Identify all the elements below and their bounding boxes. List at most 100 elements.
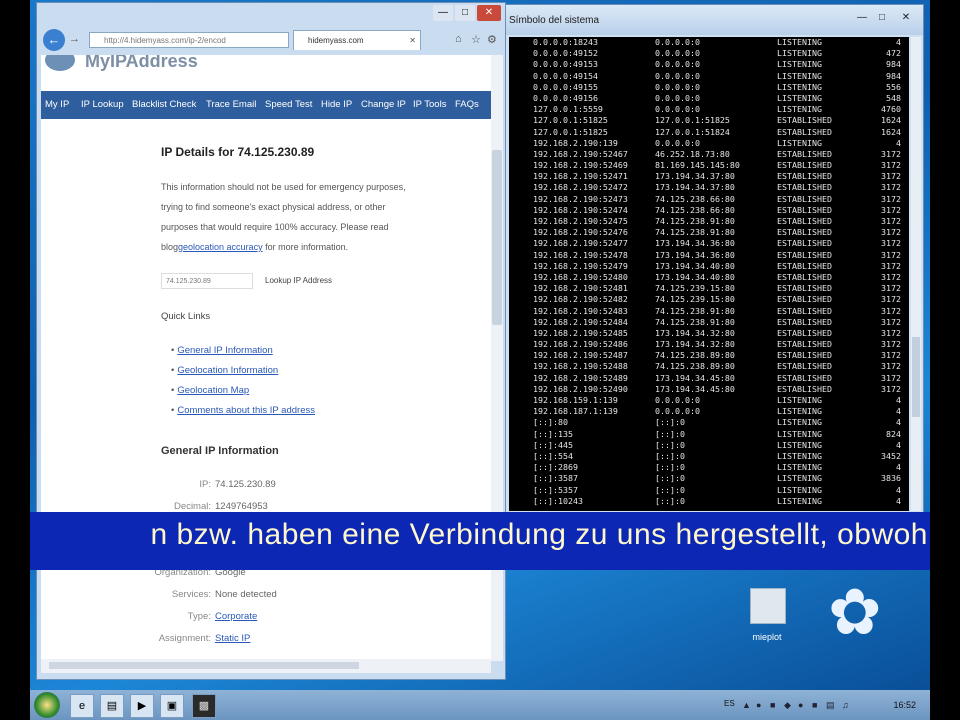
minimize-icon[interactable]: — (853, 9, 871, 27)
browser-titlebar[interactable]: — □ ✕ (37, 3, 505, 25)
tab-close-icon[interactable]: ✕ (409, 31, 416, 51)
menu-item-hide-ip[interactable]: Hide IP (321, 99, 352, 110)
folder-icon[interactable]: ▤ (100, 694, 124, 718)
console-scroll-thumb[interactable] (912, 337, 920, 417)
console-row: 0.0.0.0:49154 0.0.0.0:0 LISTENING 984 (509, 71, 909, 82)
quick-link[interactable]: Geolocation Map (171, 385, 249, 396)
browser-hscroll-thumb[interactable] (49, 662, 359, 669)
disclaimer-line: trying to find someone's exact physical … (161, 202, 386, 212)
browser-horizontal-scrollbar[interactable] (41, 659, 491, 673)
home-icon[interactable]: ⌂ (455, 33, 462, 45)
menu-item-ip-lookup[interactable]: IP Lookup (81, 99, 124, 110)
maximize-icon[interactable]: □ (455, 5, 475, 21)
assignment-link[interactable]: Static IP (215, 633, 250, 644)
pid: 3172 (881, 271, 901, 282)
local-address: 192.168.2.190:52475 (533, 216, 628, 226)
back-arrow-icon[interactable]: ← (43, 29, 65, 51)
pid: 984 (886, 70, 901, 81)
quick-link[interactable]: Comments about this IP address (171, 405, 315, 416)
quick-link[interactable]: Geolocation Information (171, 365, 278, 376)
command-prompt-icon[interactable]: ▩ (192, 694, 216, 718)
console-row: 192.168.2.190:52489 173.194.34.45:80 ESTAB… (509, 373, 909, 384)
pid: 4 (896, 406, 901, 417)
minimize-icon[interactable]: — (433, 5, 453, 21)
language-indicator[interactable]: ES (724, 699, 735, 708)
close-icon[interactable]: ✕ (477, 5, 501, 21)
console-row: 192.168.159.1:139 0.0.0.0:0 LISTENING 4 (509, 395, 909, 406)
menu-item-faqs[interactable]: FAQs (455, 99, 479, 110)
start-button[interactable] (34, 692, 60, 718)
tray-icon[interactable]: ■ (770, 700, 775, 710)
lookup-ip-button[interactable]: Lookup IP Address (265, 273, 347, 289)
close-icon[interactable]: ✕ (895, 9, 917, 27)
pid: 1624 (881, 126, 901, 137)
menu-item-change-ip[interactable]: Change IP (361, 99, 406, 110)
console-titlebar[interactable]: Símbolo del sistema — □ ✕ (501, 5, 923, 35)
foreign-address: 173.194.34.32:80 (655, 339, 735, 350)
pid: 4 (896, 395, 901, 405)
tray-icon[interactable]: ▲ (742, 700, 751, 710)
pid: 3172 (881, 327, 901, 338)
browser-scroll-thumb[interactable] (492, 150, 502, 325)
foreign-address: 74.125.238.89:80 (655, 361, 735, 372)
foreign-address: 74.125.238.91:80 (655, 216, 735, 226)
app-icon[interactable]: ▣ (160, 694, 184, 718)
menu-item-ip-tools[interactable]: IP Tools (413, 99, 446, 110)
quick-link[interactable]: General IP Information (171, 345, 272, 356)
favorites-star-icon[interactable]: ☆ (471, 33, 481, 46)
state: ESTABLISHED (777, 249, 832, 260)
console-scrollbar[interactable] (911, 37, 921, 511)
console-row: [::]:445 [::]:0 LISTENING 4 (509, 440, 909, 451)
tray-icon[interactable]: ● (756, 700, 761, 710)
state: ESTABLISHED (777, 327, 832, 338)
state: ESTABLISHED (777, 171, 832, 182)
console-row: 192.168.2.190:52481 74.125.239.15:80 ESTAB… (509, 283, 909, 294)
tab-hidemyass[interactable]: hidemyass.com ✕ (293, 30, 421, 50)
site-logo-icon (45, 55, 75, 71)
state: LISTENING (777, 439, 822, 450)
menu-item-blacklist-check[interactable]: Blacklist Check (132, 99, 196, 110)
media-player-icon[interactable]: ▶ (130, 694, 154, 718)
forward-arrow-icon[interactable]: → (69, 33, 80, 45)
browser-vertical-scrollbar[interactable] (491, 55, 503, 661)
console-row: 0.0.0.0:49153 0.0.0.0:0 LISTENING 984 (509, 59, 909, 70)
gear-icon[interactable]: ⚙ (487, 33, 497, 46)
foreign-address: 0.0.0.0:0 (655, 92, 700, 103)
tray-icon[interactable]: ■ (812, 700, 817, 710)
console-row: 192.168.2.190:52474 74.125.238.66:80 ESTAB… (509, 205, 909, 216)
local-address: 192.168.2.190:52489 (533, 372, 628, 383)
volume-icon[interactable]: ♫ (842, 700, 849, 710)
site-logo[interactable]: MyIPAddress (85, 55, 198, 72)
foreign-address: 74.125.238.89:80 (655, 350, 735, 361)
clock[interactable]: 16:52 (893, 700, 916, 710)
state: LISTENING (777, 450, 822, 461)
pid: 3836 (881, 473, 901, 484)
foreign-address: 74.125.239.15:80 (655, 283, 735, 294)
pid: 4 (896, 439, 901, 450)
tray-icon[interactable]: ● (798, 700, 803, 710)
tray-icon[interactable]: ◆ (784, 700, 791, 711)
type-link[interactable]: Corporate (215, 611, 257, 622)
console-row: 192.168.2.190:52486 173.194.34.32:80 ESTAB… (509, 339, 909, 350)
menu-item-speed-test[interactable]: Speed Test (265, 99, 312, 110)
geolocation-accuracy-link[interactable]: geolocation accuracy (178, 242, 263, 252)
info-value: None detected (215, 589, 277, 600)
maximize-icon[interactable]: □ (873, 9, 891, 27)
state: LISTENING (777, 37, 822, 47)
ip-lookup-input[interactable]: 74.125.230.89 (161, 273, 253, 289)
local-address: 192.168.2.190:52487 (533, 350, 628, 361)
info-value: 74.125.230.89 (215, 479, 276, 490)
foreign-address: 74.125.238.66:80 (655, 204, 735, 215)
command-prompt-window[interactable]: Símbolo del sistema — □ ✕ 0.0.0.0:18243 0… (500, 4, 924, 518)
internet-explorer-icon[interactable]: e (70, 694, 94, 718)
address-bar[interactable]: http://4.hidemyass.com/ip-2/encod (89, 32, 289, 48)
letterbox-left (0, 0, 30, 720)
desktop-icon-label[interactable]: mieplot (740, 632, 794, 642)
menu-item-trace-email[interactable]: Trace Email (206, 99, 256, 110)
disclaimer-suffix: for more information. (262, 242, 349, 252)
browser-window[interactable]: — □ ✕ ← → http://4.hidemyass.com/ip-2/en… (36, 2, 506, 680)
info-row: Type: Corporate (151, 611, 258, 622)
network-icon[interactable]: ▤ (826, 700, 835, 711)
mieplot-icon[interactable] (750, 588, 786, 624)
menu-item-my-ip[interactable]: My IP (45, 99, 69, 110)
